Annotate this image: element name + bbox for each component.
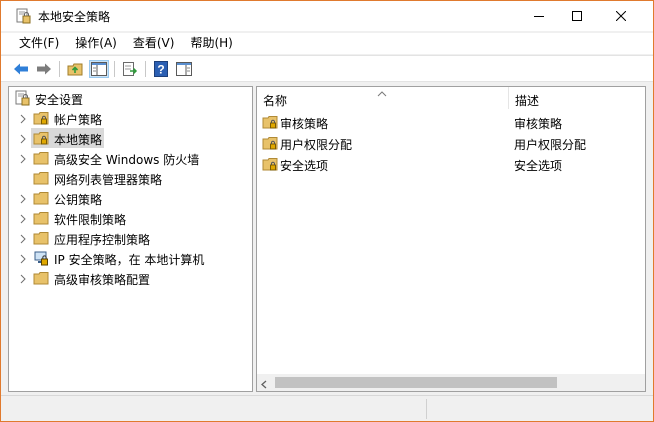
status-bar-separator [426,399,427,419]
locked-folder-icon [33,130,49,146]
svg-text:?: ? [157,63,164,77]
list-item-description: 审核策略 [514,117,563,131]
help-button[interactable]: ? [151,60,171,78]
tree-item-ip-security[interactable]: IP 安全策略，在 本地计算机 [9,248,252,268]
forward-button[interactable] [34,60,54,78]
locked-folder-icon [262,156,278,172]
locked-folder-icon [33,110,49,126]
menu-action[interactable]: 操作(A) [67,33,125,54]
toolbar-separator [114,61,115,77]
menu-bar: 文件(F) 操作(A) 查看(V) 帮助(H) [1,33,653,54]
list-item-name: 审核策略 [280,117,329,131]
tree-root-label: 安全设置 [35,93,84,107]
list-item-audit-policy[interactable]: 审核策略 审核策略 [257,111,645,132]
menu-help[interactable]: 帮助(H) [182,33,240,54]
sort-ascending-icon [377,87,387,100]
expand-chevron-icon[interactable] [18,193,28,204]
back-button[interactable] [11,60,31,78]
toolbar-separator [145,61,146,77]
expand-chevron-icon[interactable] [18,273,28,284]
tree-item-label: 应用程序控制策略 [54,233,151,247]
tree-item-software-restriction[interactable]: 软件限制策略 [9,208,252,228]
tree-item-windows-firewall[interactable]: 高级安全 Windows 防火墙 [9,148,252,168]
column-header-description[interactable]: 描述 [509,87,645,109]
tree-item-local-policies[interactable]: 本地策略 [9,128,252,148]
security-policy-app-icon [15,8,31,24]
window-title: 本地安全策略 [38,10,111,24]
toolbar-separator [59,61,60,77]
list-item-user-rights[interactable]: 用户权限分配 用户权限分配 [257,132,645,153]
locked-folder-icon [262,135,278,151]
help-icon: ? [154,61,168,77]
expand-chevron-icon[interactable] [18,253,28,264]
tree-item-app-control[interactable]: 应用程序控制策略 [9,228,252,248]
column-header-label: 名称 [263,94,288,108]
folder-icon [33,230,49,246]
folder-icon [33,270,49,286]
column-header-label: 描述 [515,94,540,108]
minimize-button[interactable] [519,1,559,31]
tree-item-advanced-audit[interactable]: 高级审核策略配置 [9,268,252,288]
show-hide-tree-icon [91,62,107,76]
tree-item-label: 网络列表管理器策略 [54,173,163,187]
status-bar [1,395,653,421]
list-item-name: 用户权限分配 [280,138,353,152]
locked-folder-icon [262,114,278,130]
result-list[interactable]: 名称 描述 审核策略 审核策略 用户权限分配 用户权限分配 安全选项 安全选项 [256,86,646,392]
back-arrow-icon [14,63,28,75]
tree-item-label: 高级审核策略配置 [54,273,151,287]
menu-view[interactable]: 查看(V) [125,33,183,54]
close-button[interactable] [601,1,641,31]
expand-chevron-icon[interactable] [18,113,28,124]
forward-arrow-icon [37,63,51,75]
horizontal-scrollbar[interactable] [257,374,645,391]
folder-icon [33,190,49,206]
list-item-name: 安全选项 [280,159,329,173]
folder-icon [33,170,49,186]
tree-item-public-key-policies[interactable]: 公钥策略 [9,188,252,208]
expand-chevron-icon[interactable] [18,153,28,164]
tree-item-label: 本地策略 [54,133,103,147]
export-list-icon [123,62,138,76]
app-window: 本地安全策略 文件(F) 操作(A) 查看(V) 帮助(H) ? 安全设置 帐户… [0,0,654,422]
toolbar: ? [1,55,653,82]
up-folder-icon [67,63,83,76]
tree-item-network-list-manager[interactable]: 网络列表管理器策略 [9,168,252,188]
scrollbar-thumb[interactable] [275,377,557,388]
export-list-button[interactable] [120,60,140,78]
list-item-description: 用户权限分配 [514,138,587,152]
menu-file[interactable]: 文件(F) [11,33,67,54]
action-pane-icon [176,62,192,76]
tree-item-label: IP 安全策略，在 本地计算机 [54,253,205,267]
folder-icon [33,150,49,166]
show-hide-action-pane-button[interactable] [174,60,194,78]
title-bar[interactable]: 本地安全策略 [1,1,653,31]
console-tree[interactable]: 安全设置 帐户策略 本地策略 高级安全 Windows 防火墙 网络列表管理器策… [8,86,253,392]
expand-chevron-icon[interactable] [18,213,28,224]
folder-icon [33,210,49,226]
tree-item-account-policies[interactable]: 帐户策略 [9,108,252,128]
expand-chevron-icon[interactable] [18,233,28,244]
security-settings-icon [14,90,30,106]
tree-item-label: 公钥策略 [54,193,103,207]
tree-item-label: 软件限制策略 [54,213,127,227]
maximize-button[interactable] [557,1,597,31]
up-one-level-button[interactable] [65,60,85,78]
list-item-security-options[interactable]: 安全选项 安全选项 [257,153,645,174]
show-hide-console-tree-button[interactable] [89,60,109,78]
tree-root-security-settings[interactable]: 安全设置 [9,88,252,108]
ip-security-icon [33,250,49,266]
scroll-left-icon[interactable] [260,378,268,391]
tree-item-label: 帐户策略 [54,113,103,127]
list-item-description: 安全选项 [514,159,563,173]
column-header-name[interactable]: 名称 [257,87,509,109]
tree-item-label: 高级安全 Windows 防火墙 [54,153,200,167]
expand-chevron-icon[interactable] [18,133,28,144]
